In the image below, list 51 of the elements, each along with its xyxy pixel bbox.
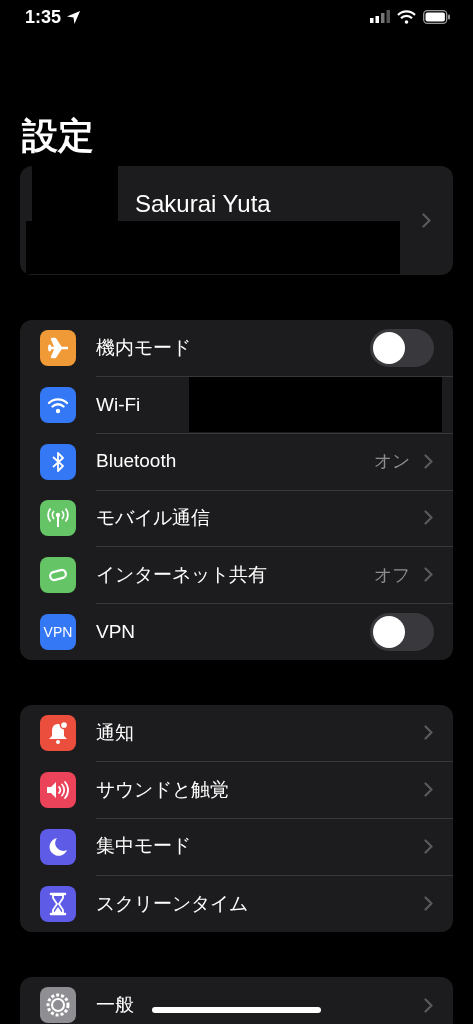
bell-icon [47,721,69,746]
row-label: サウンドと触覚 [96,777,229,802]
antenna-icon [46,507,70,530]
chevron-icon [424,896,433,912]
row-label: 一般 [96,993,134,1018]
row-label: インターネット共有 [96,562,267,587]
settings-row[interactable]: モバイル通信 [20,490,453,547]
tile-label: VPN [43,623,73,640]
wifi-icon [47,396,69,415]
chevron-icon [424,997,433,1013]
location-arrow-icon [66,9,82,25]
row-label: スクリーンタイム [96,891,248,916]
status-time: 1:35 [25,6,62,28]
page-title: 設定 [22,114,95,158]
chevron-icon [424,838,433,854]
toggle-switch[interactable] [370,328,434,367]
row-value: オン [374,449,410,474]
moon-icon [47,835,69,858]
wifi-signal-icon [397,10,416,24]
row-value: オフ [374,562,410,587]
profile-card[interactable]: Sakurai Yuta [20,166,453,275]
row-label: 集中モード [96,834,191,859]
settings-row[interactable]: スクリーンタイム [20,875,453,932]
airplane-icon [46,336,70,361]
bluetooth-icon [51,450,65,473]
chevron-icon [424,453,433,469]
row-label: 通知 [96,720,134,745]
settings-row[interactable]: Bluetooth オン [20,433,453,491]
speaker-icon [45,780,71,801]
row-label: Wi-Fi [96,393,141,416]
profile-name: Sakurai Yuta [135,190,271,218]
chevron-icon [424,725,433,741]
chevron-icon [424,510,433,526]
chevron-icon [422,213,431,228]
settings-row[interactable]: 通知 [20,705,453,762]
settings-row[interactable]: 機内モード [20,320,453,377]
toggle-switch[interactable] [370,612,434,651]
row-label: Bluetooth [96,450,177,473]
settings-row[interactable]: インターネット共有 オフ [20,546,453,604]
chevron-icon [424,567,433,583]
cellular-signal-icon [370,10,390,24]
settings-row[interactable]: サウンドと触覚 [20,761,453,819]
battery-icon [423,10,451,24]
hourglass-icon [49,891,67,916]
row-label: モバイル通信 [96,505,210,530]
settings-row[interactable]: Wi-Fi [20,376,453,434]
settings-row[interactable]: 集中モード [20,818,453,876]
row-label: 機内モード [96,335,191,360]
chevron-icon [424,782,433,798]
row-label: VPN [96,620,136,643]
settings-row[interactable]: VPN VPN [20,603,453,661]
